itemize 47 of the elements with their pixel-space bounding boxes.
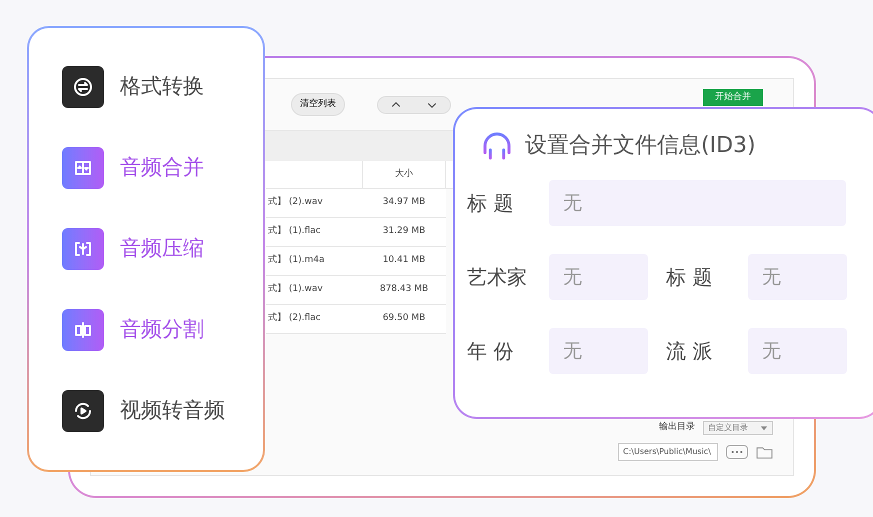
input-field[interactable]: 无 [549, 254, 648, 300]
field-label: 流 派 [666, 338, 714, 365]
start-merge-button[interactable]: 开始合并 [703, 88, 763, 106]
file-size: 878.43 MB [378, 283, 430, 296]
more-icon [731, 450, 743, 454]
browse-button[interactable] [726, 445, 748, 459]
feature-item[interactable]: 音频分割 [62, 309, 263, 351]
feature-item[interactable]: 音频压缩 [62, 228, 263, 270]
file-name: 式】 (1).flac [267, 225, 322, 238]
output-label: 输出目录 [659, 421, 695, 434]
column-header: 大小 [395, 168, 413, 181]
feature-label: 音频压缩 [120, 235, 204, 262]
feature-label: 音频分割 [120, 316, 204, 344]
feature-item[interactable]: 格式转换 [62, 66, 263, 108]
feature-label: 格式转换 [120, 73, 204, 100]
headphones-icon [481, 130, 513, 162]
feature-item[interactable]: 音频合并 [62, 147, 263, 189]
input-field[interactable]: 无 [549, 180, 846, 226]
file-size: 69.50 MB [382, 312, 426, 326]
field-label: 标 题 [666, 264, 714, 291]
file-size: 31.29 MB [382, 225, 426, 238]
feature-label: 视频转音频 [120, 397, 225, 424]
file-row[interactable]: 式】 (2).flac 69.50 MB [266, 305, 446, 334]
feature-item[interactable]: 视频转音频 [62, 390, 263, 432]
file-name: 式】 (1).m4a [267, 254, 326, 268]
file-row[interactable]: 式】 (1).flac 31.29 MB [266, 218, 446, 247]
file-name: 式】 (2).flac [267, 312, 322, 326]
clear-list-button[interactable]: 清空列表 [291, 92, 345, 116]
file-name: 式】 (2).wav [267, 196, 324, 210]
output-path-field[interactable]: C:\Users\Public\Music\ [618, 443, 718, 461]
file-size: 10.41 MB [382, 254, 426, 268]
file-size: 34.97 MB [382, 196, 426, 210]
field-label: 年 份 [467, 338, 514, 365]
feature-label: 音频合并 [120, 154, 204, 182]
file-row[interactable]: 式】 (1).wav 878.43 MB [266, 276, 446, 305]
input-field[interactable]: 无 [549, 328, 648, 374]
file-name: 式】 (1).wav [267, 283, 324, 296]
panel-title: 设置合并文件信息(ID3) [525, 132, 756, 160]
file-row[interactable]: 式】 (1).m4a 10.41 MB [266, 247, 446, 276]
input-field[interactable]: 无 [748, 328, 847, 374]
dropdown-caret-icon [760, 424, 768, 432]
field-label: 标 题 [467, 190, 514, 217]
output-dropdown[interactable]: 自定义目录 [703, 421, 773, 435]
field-label: 艺术家 [467, 264, 528, 291]
input-field[interactable]: 无 [748, 254, 847, 300]
file-row[interactable]: 式】 (2).wav 34.97 MB [266, 189, 446, 218]
folder-icon[interactable] [756, 446, 773, 458]
